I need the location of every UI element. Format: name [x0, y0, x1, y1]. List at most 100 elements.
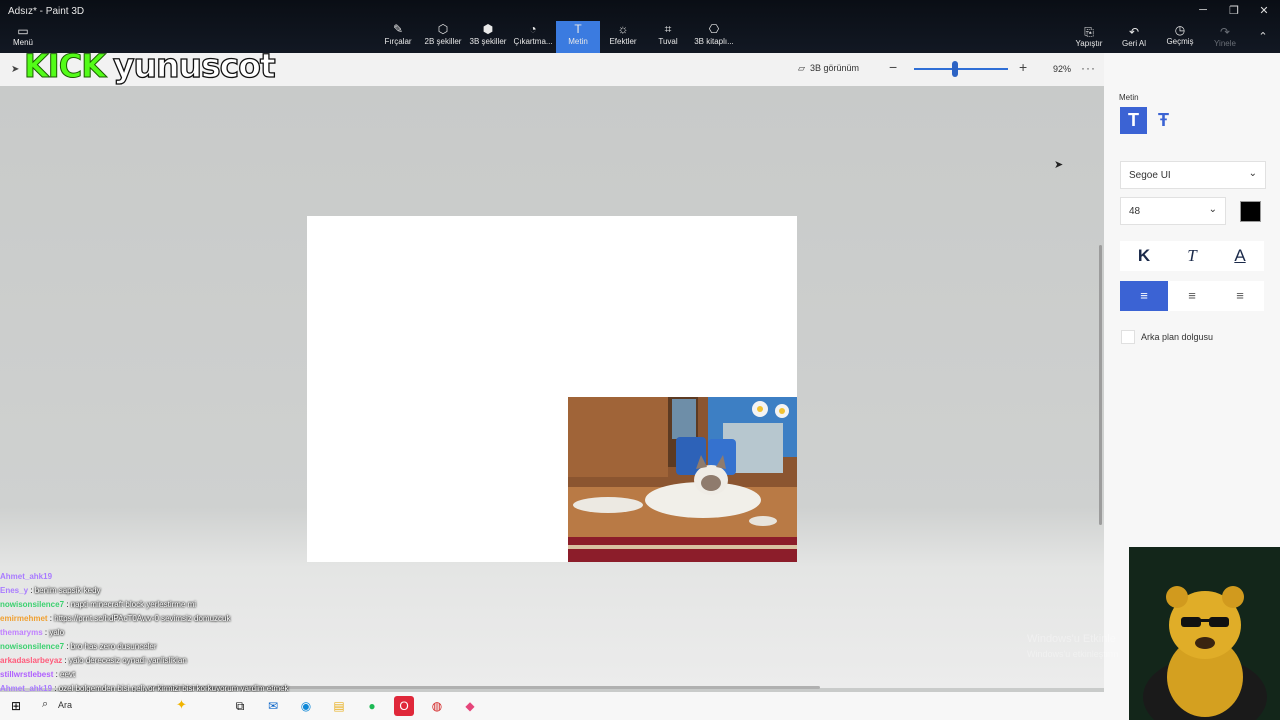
align-center-button[interactable]: ≡ [1168, 281, 1216, 311]
tool-3d-library[interactable]: ⎔ 3B kitaplı... [692, 22, 736, 46]
tool-effects[interactable]: ☼ Efektler [601, 22, 645, 46]
undo-label: Geri Al [1121, 39, 1146, 48]
paste-label: Yapıştır [1075, 39, 1103, 48]
tool-stickers[interactable]: ◔ Çıkartma... [511, 22, 555, 46]
opera-button[interactable]: O [394, 696, 414, 716]
text-2d-icon: T [1128, 110, 1139, 130]
taskbar-search-label: Ara [58, 700, 73, 710]
chat-overlay: Ahmet_ahk19 Enes_y : benim sapsik kedy n… [0, 570, 330, 696]
chat-user: emirmehmet [0, 614, 48, 623]
obs-button[interactable]: ◍ [427, 696, 447, 716]
font-family-select[interactable]: Segoe UI ⌄ [1120, 161, 1266, 189]
more-options-icon[interactable]: ··· [1081, 61, 1096, 75]
paint-3d-button[interactable]: ◆ [460, 696, 480, 716]
edge-icon: ◉ [300, 699, 312, 713]
start-button[interactable]: ⊞ [6, 696, 26, 716]
zoom-slider-thumb[interactable] [951, 61, 958, 77]
italic-button[interactable]: T [1168, 241, 1216, 271]
task-view-button[interactable]: ⧉ [230, 696, 250, 716]
paint-3d-icon: ◆ [465, 699, 475, 713]
chat-message: Enes_y : benim sapsik kedy [0, 586, 101, 595]
select-cursor-icon[interactable]: ➤ [11, 64, 19, 75]
zoom-in-icon[interactable]: + [1019, 59, 1027, 75]
tool-brushes[interactable]: ✎ Fırçalar [376, 22, 420, 46]
text-2d-button[interactable]: T [1120, 107, 1147, 134]
collapse-ribbon-icon[interactable]: ⌃ [1253, 30, 1273, 43]
taskbar: ⊞ ⌕ Ara ✦ ⧉ ✉ ◉ ▤ ● O ◍ ◆ [0, 692, 1104, 720]
redo-button[interactable]: ↷ Yinele [1205, 25, 1245, 48]
chat-text: https://prnt.sc/hdPAcT0Awv-0 sevimsiz do… [54, 614, 231, 623]
minimize-icon[interactable]: ─ [1193, 4, 1213, 16]
3d-shapes-icon: ⬢ [482, 22, 494, 36]
background-fill-label: Arka plan dolgusu [1141, 332, 1214, 342]
underline-button[interactable]: A [1216, 241, 1264, 271]
tool-canvas[interactable]: ⌗ Tuval [646, 22, 690, 46]
view-3d-toggle[interactable]: ▱ 3B görünüm [798, 63, 859, 74]
brush-icon: ✎ [392, 22, 404, 36]
chevron-down-icon: ⌄ [1248, 168, 1257, 179]
chat-text: yalo [49, 628, 65, 637]
paste-button[interactable]: ⎘ Yapıştır [1069, 25, 1109, 48]
chat-message: nowisonsilence7 : napti minecraft block … [0, 600, 197, 609]
chat-user: nowisonsilence7 [0, 642, 65, 651]
tool-3d-shapes[interactable]: ⬢ 3B şekiller [466, 22, 510, 46]
chat-user: arkadaslarbeyaz [0, 656, 63, 665]
secondary-toolbar: ➤ KICK yunuscot ▱ 3B görünüm − + 92% ··· [0, 45, 1104, 87]
chat-text: bro has zero dusunceler [70, 642, 157, 651]
chat-text: yalo derecesiz oynadi yanlisliklan [68, 656, 187, 665]
restore-icon[interactable]: ❐ [1224, 4, 1244, 17]
undo-button[interactable]: ↶ Geri Al [1114, 25, 1154, 48]
text-color-swatch[interactable] [1240, 201, 1261, 222]
zoom-slider[interactable] [914, 68, 1008, 70]
obs-icon: ◍ [431, 699, 443, 713]
history-button[interactable]: ◷ Geçmiş [1160, 23, 1200, 46]
channel-name: yunuscot [112, 45, 276, 85]
zoom-value: 92% [1053, 64, 1072, 74]
effects-icon: ☼ [617, 22, 629, 36]
mouse-pointer-icon: ➤ [1054, 159, 1064, 171]
redo-label: Yinele [1214, 39, 1236, 48]
history-icon: ◷ [1174, 23, 1186, 37]
tool-text-label: Metin [568, 37, 588, 46]
font-size-value: 48 [1129, 206, 1141, 217]
chat-user: nowisonsilence7 [0, 600, 65, 609]
chat-user: stillwrstlebest [0, 670, 54, 679]
file-explorer-button[interactable]: ▤ [329, 696, 349, 716]
bold-button[interactable]: K [1120, 241, 1168, 271]
chat-text: benim sapsik kedy [34, 586, 101, 595]
font-family-value: Segoe UI [1129, 170, 1171, 181]
opera-icon: O [399, 699, 409, 713]
text-icon: T [574, 22, 582, 36]
tool-brushes-label: Fırçalar [384, 37, 412, 46]
spotify-button[interactable]: ● [362, 696, 382, 716]
2d-shapes-icon: ⬡ [437, 22, 449, 36]
vertical-scrollbar[interactable] [1099, 245, 1102, 525]
edge-button[interactable]: ◉ [296, 696, 316, 716]
zoom-out-icon[interactable]: − [889, 59, 897, 75]
outlook-button[interactable]: ✉ [263, 696, 283, 716]
menu-label: Menü [12, 38, 33, 47]
text-3d-button[interactable]: Ŧ [1150, 107, 1177, 134]
kick-logo: KICK [24, 47, 107, 86]
chat-user: themaryms [0, 628, 43, 637]
chat-message: Ahmet_ahk19 [0, 570, 330, 584]
font-size-select[interactable]: 48 ⌄ [1120, 197, 1226, 225]
tool-effects-label: Efektler [609, 37, 637, 46]
background-fill-checkbox[interactable] [1121, 330, 1135, 344]
align-right-button[interactable]: ≡ [1216, 281, 1264, 311]
tool-2d-shapes[interactable]: ⬡ 2B şekiller [421, 22, 465, 46]
copilot-sparkle-icon: ✦ [176, 697, 187, 712]
close-icon[interactable]: ✕ [1254, 4, 1274, 17]
tool-text[interactable]: T Metin [556, 21, 600, 53]
cat-photo[interactable] [568, 397, 797, 562]
chat-message: themaryms : yalo [0, 628, 65, 637]
menu-icon: ▭ [17, 24, 29, 38]
3d-library-icon: ⎔ [708, 22, 720, 36]
chat-user: Enes_y [0, 586, 29, 595]
chat-text: eevt [60, 670, 76, 679]
taskbar-search[interactable]: ⌕ Ara ✦ [36, 695, 216, 717]
align-left-button[interactable]: ≡ [1120, 281, 1168, 311]
menu-button[interactable]: ▭ Menü [8, 24, 38, 47]
chat-message: emirmehmet : https://prnt.sc/hdPAcT0Awv-… [0, 614, 231, 623]
chat-user: Ahmet_ahk19 [0, 572, 53, 581]
